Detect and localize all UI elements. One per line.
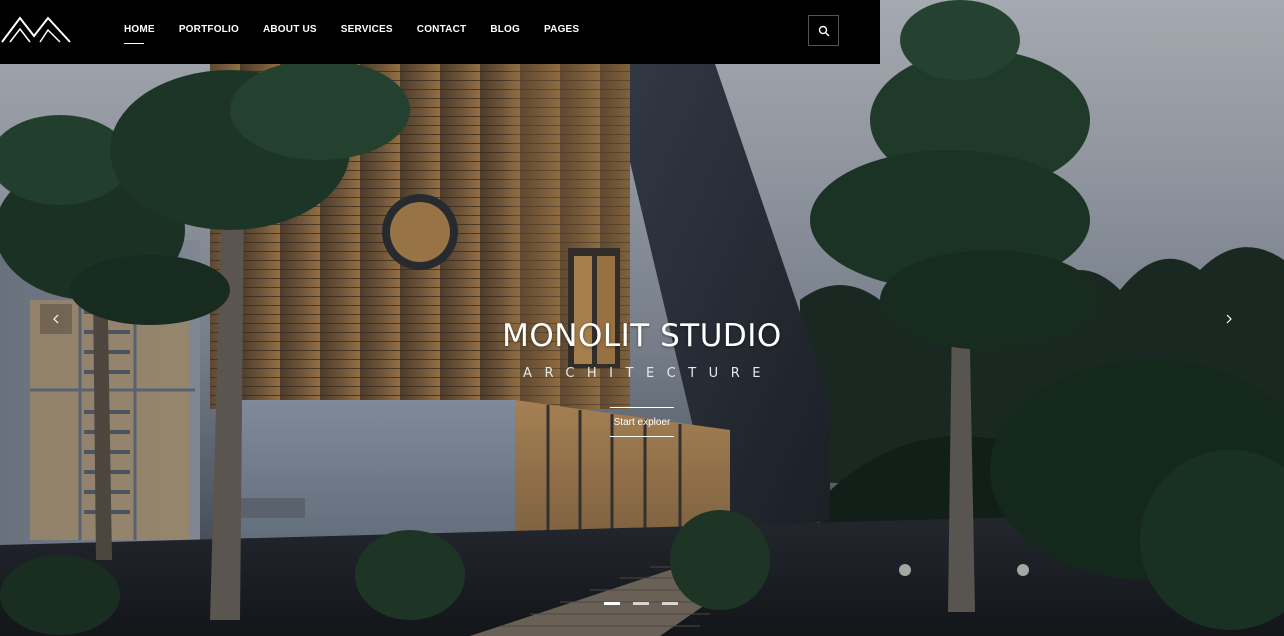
logo[interactable] <box>0 12 74 46</box>
hero-slider: MONOLIT STUDIO ARCHITECTURE Start exploe… <box>0 0 1284 636</box>
chevron-right-icon <box>1226 314 1232 324</box>
nav-about-us[interactable]: ABOUT US <box>263 0 317 35</box>
header: HOME PORTFOLIO ABOUT US SERVICES CONTACT… <box>0 0 880 64</box>
nav-pages[interactable]: PAGES <box>544 0 579 35</box>
page: HOME PORTFOLIO ABOUT US SERVICES CONTACT… <box>0 0 1284 636</box>
slider-prev-button[interactable] <box>40 304 72 334</box>
nav-services[interactable]: SERVICES <box>341 0 393 35</box>
nav-home[interactable]: HOME <box>124 0 155 44</box>
hero-title: MONOLIT STUDIO <box>502 318 782 354</box>
search-button[interactable] <box>808 15 839 46</box>
nav-blog[interactable]: BLOG <box>490 0 520 35</box>
search-icon <box>818 25 829 36</box>
chevron-left-icon <box>53 314 59 324</box>
slider-next-button[interactable] <box>1213 304 1245 334</box>
slider-pagination <box>604 602 691 605</box>
slider-dot-3[interactable] <box>662 602 678 605</box>
main-nav: HOME PORTFOLIO ABOUT US SERVICES CONTACT… <box>124 0 603 64</box>
nav-contact[interactable]: CONTACT <box>417 0 467 35</box>
slider-dot-2[interactable] <box>633 602 649 605</box>
mountain-logo-icon <box>1 16 71 43</box>
nav-portfolio[interactable]: PORTFOLIO <box>179 0 239 35</box>
start-explore-button[interactable]: Start exploer <box>610 407 674 437</box>
slider-dot-1[interactable] <box>604 602 620 605</box>
hero-subtitle: ARCHITECTURE <box>523 366 773 381</box>
